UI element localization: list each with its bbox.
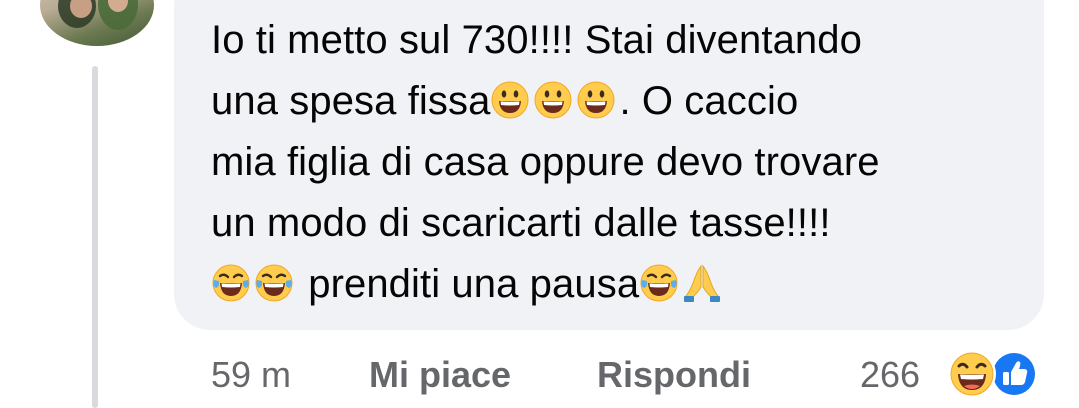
comment-timestamp[interactable]: 59 m — [211, 350, 291, 400]
thread-line — [92, 66, 98, 408]
comment-text-segment: mia figlia di casa oppure devo trovare — [211, 140, 880, 184]
commenter-avatar[interactable] — [40, 0, 154, 46]
comment-text-segment: una spesa fissa — [211, 79, 491, 123]
comment-line-2: una spesa fissa . O caccio — [211, 71, 1031, 132]
grinning-face-icon — [533, 80, 573, 120]
folded-hands-icon — [682, 263, 722, 303]
tears-of-joy-icon — [639, 263, 679, 303]
comment-line-3: mia figlia di casa oppure devo trovare — [211, 132, 1031, 193]
like-button[interactable]: Mi piace — [369, 350, 511, 400]
comment-text-segment: . O caccio — [619, 79, 799, 123]
comment-line-5: prenditi una pausa — [211, 254, 1031, 315]
tears-of-joy-icon — [254, 263, 294, 303]
grinning-face-icon — [490, 80, 530, 120]
comment-screen: Io ti metto sul 730!!!! Stai diventando … — [0, 0, 1079, 408]
comment-text: Io ti metto sul 730!!!! Stai diventando … — [211, 10, 1031, 315]
grinning-face-icon — [576, 80, 616, 120]
reaction-count: 266 — [860, 354, 921, 395]
comment-text-segment: Io ti metto sul 730!!!! Stai diventando — [211, 18, 862, 62]
comment-line-4: un modo di scaricarti dalle tasse!!!! — [211, 193, 1031, 254]
comment-text-segment: prenditi una pausa — [308, 262, 640, 306]
haha-reaction-icon — [946, 348, 998, 400]
comment-line-1: Io ti metto sul 730!!!! Stai diventando — [211, 10, 1031, 71]
tears-of-joy-icon — [211, 263, 251, 303]
comment-text-segment: un modo di scaricarti dalle tasse!!!! — [211, 201, 831, 245]
reply-button[interactable]: Rispondi — [597, 350, 751, 400]
